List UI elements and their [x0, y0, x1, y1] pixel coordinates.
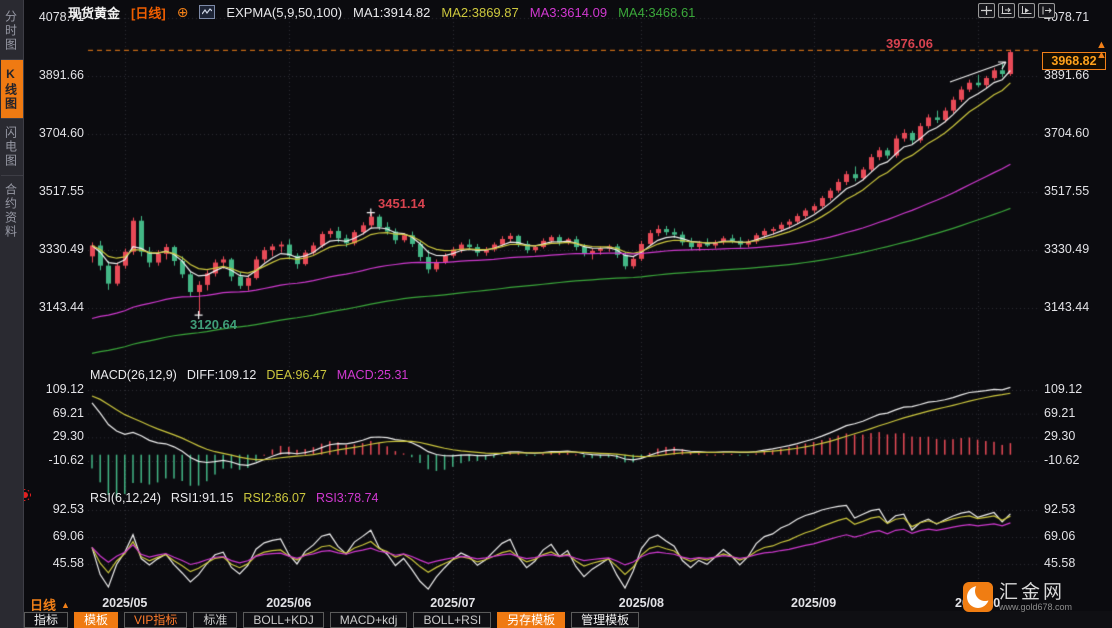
axis-label: 69.21 — [52, 405, 84, 420]
axis-label: 3891.66 — [1044, 67, 1090, 82]
macd-diff-value: DIFF:109.12 — [186, 368, 257, 382]
chart-tool-buttons — [978, 3, 1055, 18]
axis-label: 109.12 — [1044, 382, 1083, 396]
ma1-value: MA1:3914.82 — [353, 4, 431, 20]
axis-label: 2025/06 — [266, 596, 312, 610]
chart-header: 现货黄金 [日线] ⊕ EXPMA(5,9,50,100) MA1:3914.8… — [68, 3, 695, 21]
rsi2-value: RSI2:86.07 — [243, 491, 306, 505]
axis-label: -10.62 — [1044, 453, 1080, 467]
axis-label: 29.30 — [52, 429, 84, 444]
tab-manage-templates[interactable]: 管理模板 — [571, 611, 640, 628]
axis-label: 2025/08 — [618, 596, 664, 610]
site-logo: 汇金网 www.gold678.com — [963, 582, 1072, 612]
chart-canvas[interactable] — [0, 0, 1112, 628]
axis-label: 3704.60 — [38, 126, 84, 140]
crosshair-icon[interactable] — [978, 3, 995, 18]
macd-bar-value: MACD:25.31 — [336, 368, 409, 382]
axis-label: 2025/09 — [791, 596, 837, 610]
trading-app-window: 分时图 K线图 闪电图 合约资料 现货黄金 [日线] ⊕ EXPMA(5,9,5… — [0, 0, 1112, 628]
logo-crescent-icon — [963, 582, 993, 612]
axis-label: 3330.49 — [38, 242, 84, 256]
zoom-axis-left-icon[interactable] — [998, 3, 1015, 18]
tab-save-template[interactable]: 另存模板 — [497, 611, 566, 628]
high-price-annotation: 3976.06 — [886, 36, 933, 51]
ma4-value: MA4:3468.61 — [618, 4, 696, 20]
indicator-chart-icon[interactable] — [199, 5, 216, 19]
ma2-value: MA2:3869.87 — [441, 4, 519, 20]
axis-label: 2025/07 — [430, 596, 476, 610]
axis-label: 69.21 — [1044, 405, 1076, 420]
low-price-annotation: 3120.64 — [190, 317, 237, 332]
tab-templates[interactable]: 模板 — [74, 611, 119, 628]
axis-label: 69.06 — [1044, 528, 1076, 543]
ma3-value: MA3:3614.09 — [529, 4, 608, 20]
tab-boll-kdj[interactable]: BOLL+KDJ — [243, 611, 324, 628]
chart-type-sidebar: 分时图 K线图 闪电图 合约资料 — [0, 0, 24, 628]
logo-title: 汇金网 — [999, 581, 1066, 603]
axis-label: 3704.60 — [1044, 126, 1090, 140]
axis-label: 45.58 — [52, 556, 84, 570]
macd-panel-header[interactable]: MACD(26,12,9) DIFF:109.12 DEA:96.47 MACD… — [90, 368, 408, 382]
zoom-plus-icon[interactable]: ⊕ — [177, 5, 189, 19]
rsi3-value: RSI3:78.74 — [315, 491, 379, 505]
sidebar-item-timeshare[interactable]: 分时图 — [1, 3, 23, 59]
tab-vip-indicators[interactable]: VIP指标 — [124, 611, 188, 628]
tab-boll-rsi[interactable]: BOLL+RSI — [413, 611, 492, 628]
swing-high-annotation: 3451.14 — [378, 196, 425, 211]
indicator-toolbar: 指标 模板 VIP指标 标准 BOLL+KDJ MACD+kdj BOLL+RS… — [24, 611, 1112, 628]
axis-label: 109.12 — [45, 382, 84, 396]
last-price-value: 3968.82 — [1051, 54, 1097, 68]
period-tag[interactable]: [日线] — [131, 3, 166, 22]
axis-label: 3143.44 — [1044, 300, 1090, 314]
axis-label: 29.30 — [1044, 429, 1076, 444]
axis-label: 92.53 — [1044, 502, 1076, 516]
macd-title: MACD(26,12,9) — [90, 368, 177, 382]
rsi-title: RSI(6,12,24) — [90, 491, 161, 505]
axis-label: 3891.66 — [38, 67, 84, 82]
axis-label: 69.06 — [52, 528, 84, 543]
rsi1-value: RSI1:91.15 — [170, 491, 234, 505]
pan-to-latest-icon[interactable] — [1038, 3, 1055, 18]
sidebar-item-kline[interactable]: K线图 — [0, 59, 23, 118]
axis-label: 3517.55 — [38, 183, 84, 198]
logo-url: www.gold678.com — [999, 601, 1073, 612]
axis-label: 2025/05 — [102, 596, 148, 610]
rsi-panel-header[interactable]: RSI(6,12,24) RSI1:91.15 RSI2:86.07 RSI3:… — [90, 491, 379, 505]
sidebar-item-contract-info[interactable]: 合约资料 — [0, 175, 23, 246]
axis-label: 92.53 — [52, 502, 84, 516]
tab-indicators[interactable]: 指标 — [24, 611, 69, 628]
sidebar-item-lightning[interactable]: 闪电图 — [0, 118, 23, 175]
tab-standard[interactable]: 标准 — [193, 611, 238, 628]
symbol-name: 现货黄金 — [68, 5, 121, 21]
axis-label: 45.58 — [1044, 556, 1076, 570]
price-up-arrow-icon: ▲ ▲ — [1096, 39, 1107, 61]
axis-label: 3143.44 — [38, 300, 84, 314]
expma-indicator-title[interactable]: EXPMA(5,9,50,100) — [226, 5, 342, 20]
macd-dea-value: DEA:96.47 — [266, 368, 327, 382]
axis-label: -10.62 — [48, 453, 84, 467]
axis-label: 3517.55 — [1044, 183, 1090, 198]
tab-macd-kdj[interactable]: MACD+kdj — [329, 611, 408, 628]
axis-label: 3330.49 — [1044, 242, 1090, 256]
period-up-triangle-icon: ▲ — [61, 599, 70, 610]
zoom-axis-play-icon[interactable] — [1018, 3, 1035, 18]
